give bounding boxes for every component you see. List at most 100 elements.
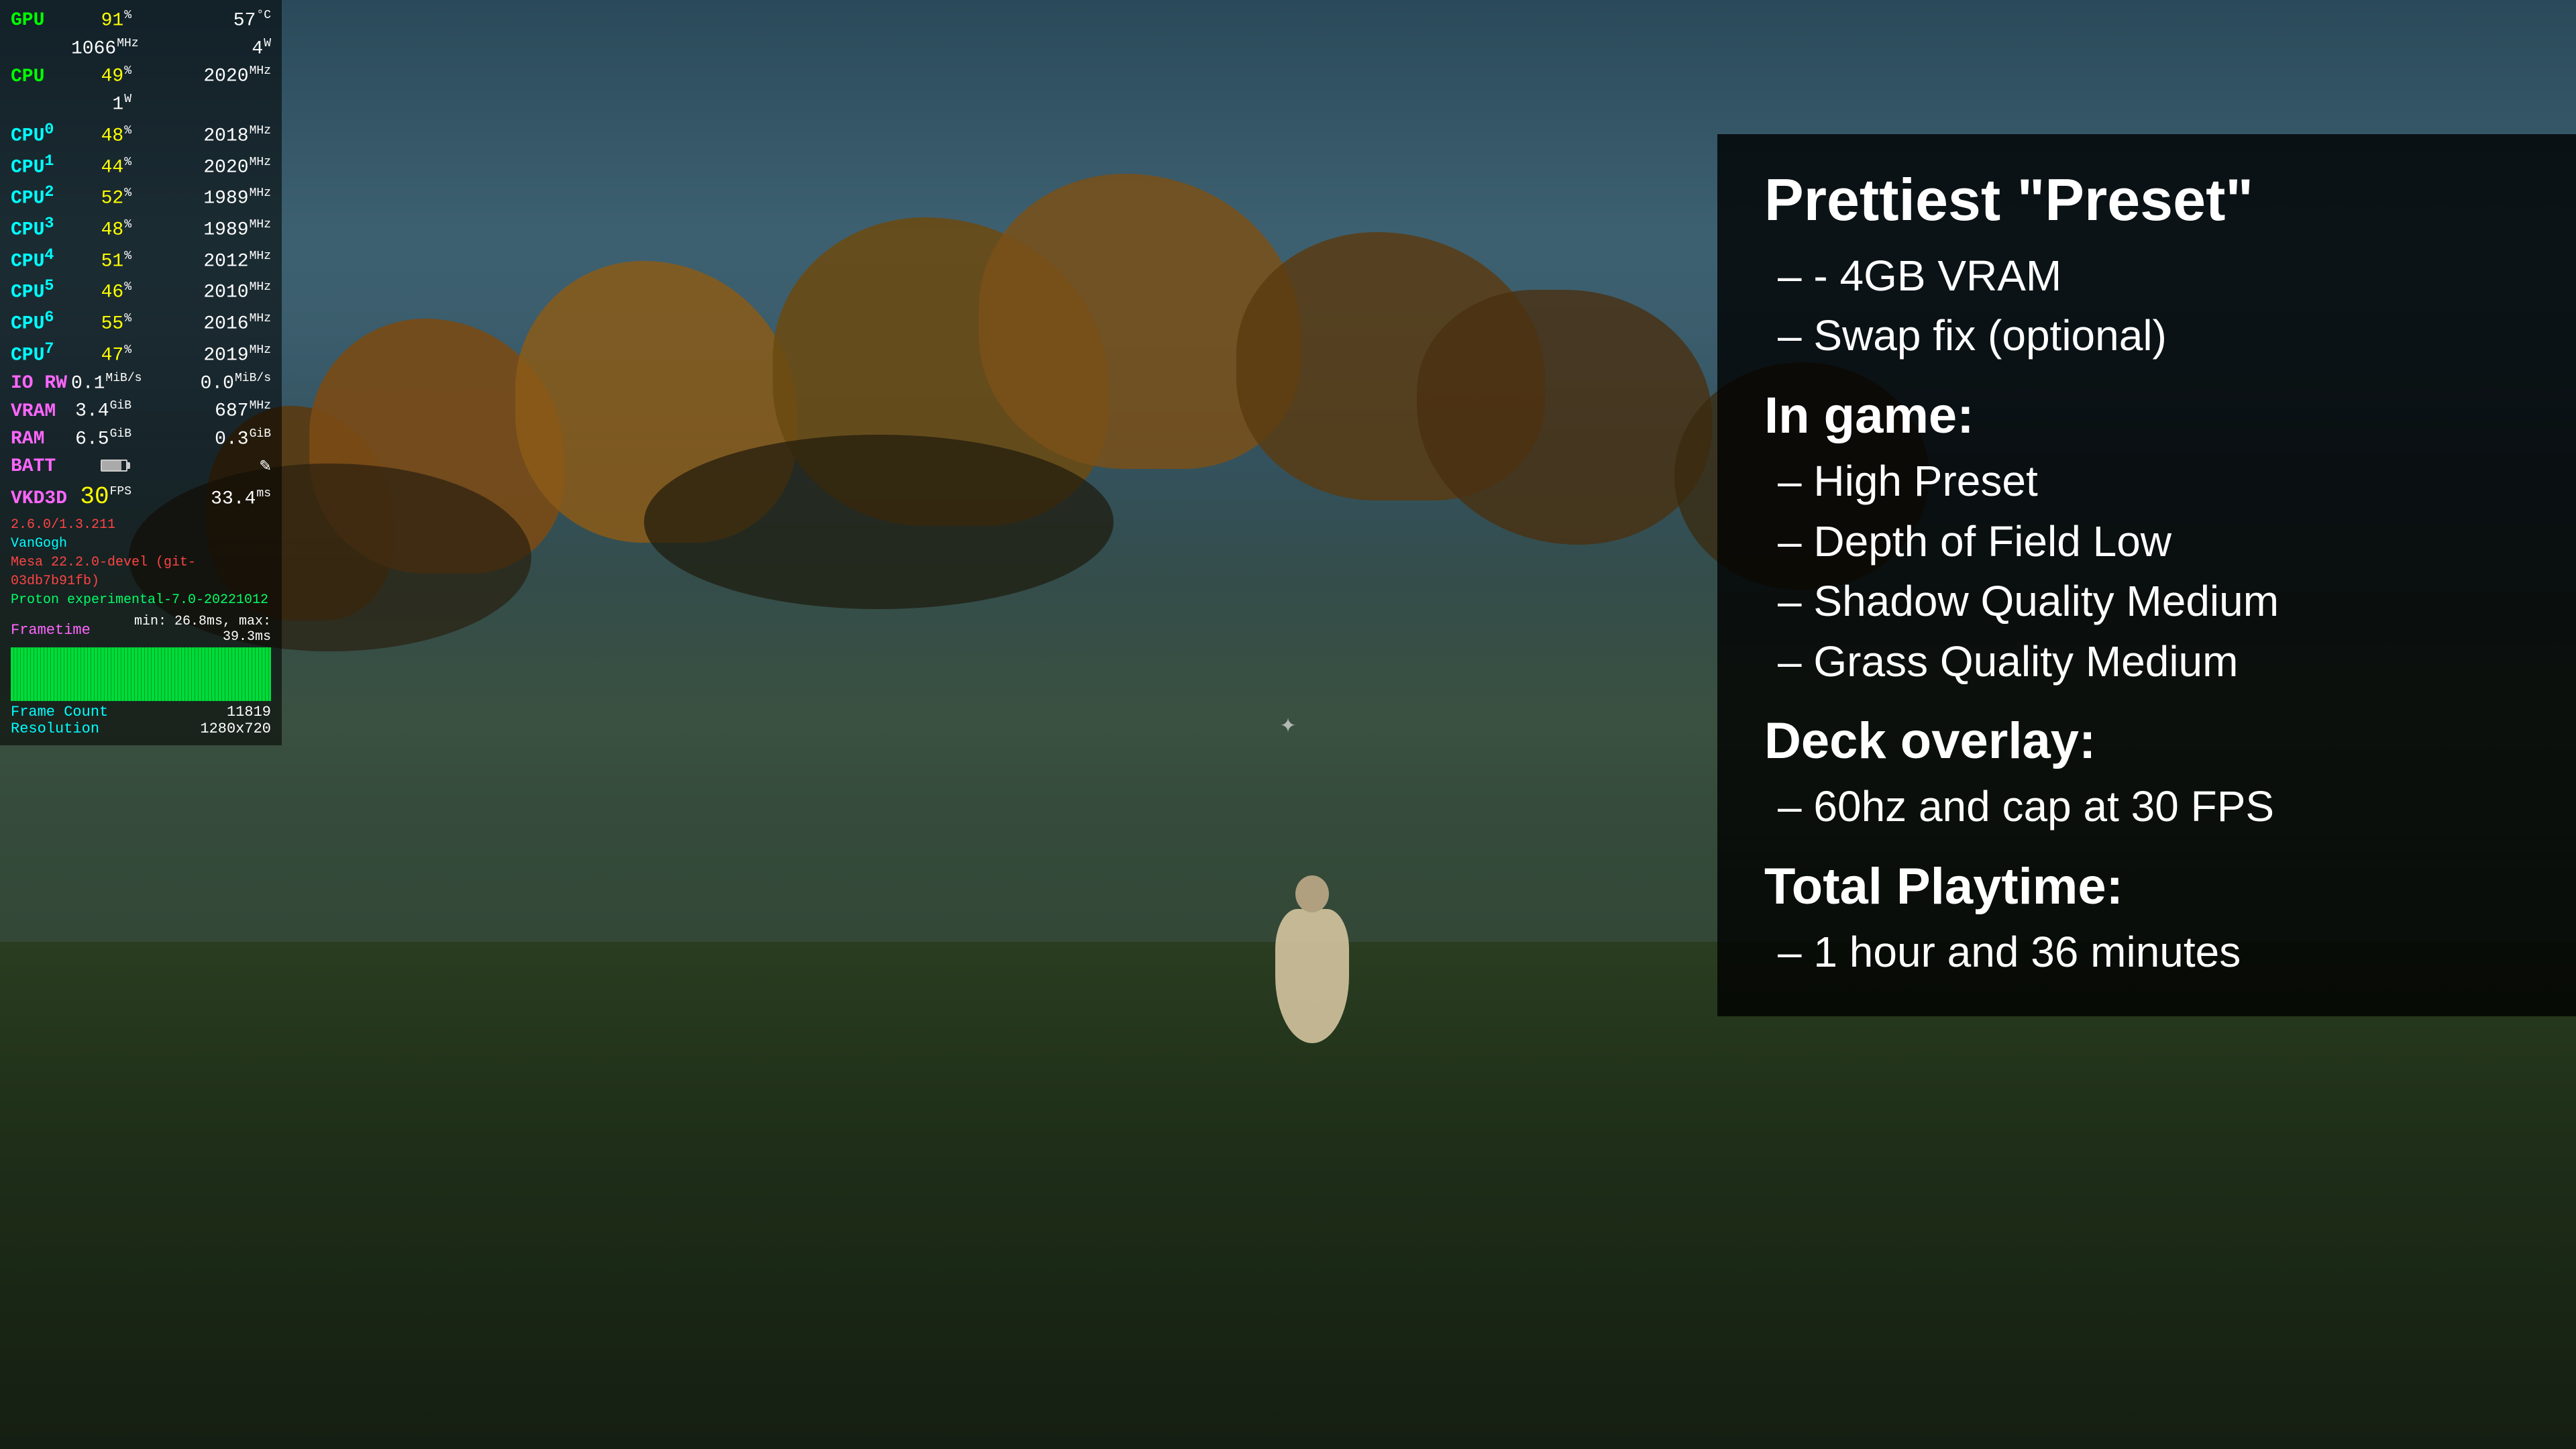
info-item-swap: – Swap fix (optional) [1778,306,2529,366]
info-panel: Prettiest "Preset" – - 4GB VRAM – Swap f… [1717,134,2576,1016]
cpu6-clock: 2016MHz [191,311,271,337]
cpu2-clock: 1989MHz [191,186,271,211]
cpu3-label: CPU3 [11,214,71,243]
cpu-core-2: CPU2 52% 1989MHz [11,182,271,211]
crosshair: ✦ [1280,708,1296,741]
cpu6-label: CPU6 [11,308,71,337]
version-line3: Mesa 22.2.0-devel (git-03db7b91fb) [11,553,271,591]
cpu4-label: CPU4 [11,246,71,274]
cpu0-clock: 2018MHz [191,123,271,149]
cpu-usage-val: 49% [71,64,131,89]
cpu-main-row: CPU 49% 2020MHz [11,64,271,89]
char-head [1295,875,1329,912]
vram-row: VRAM 3.4GiB 687MHz [11,398,271,424]
gpu-clock-val: 1066MHz [71,36,139,62]
info-item-dof: – Depth of Field Low [1778,512,2529,572]
cpu5-label: CPU5 [11,276,71,305]
cpu2-label: CPU2 [11,182,71,211]
hud-overlay: GPU 91% 57°C 1066MHz 4W CPU 49% 2020MHz … [0,0,282,745]
fps-val: 30FPS [71,482,131,513]
cpu-core-1: CPU1 44% 2020MHz [11,152,271,180]
batt-cursor: ✎ [191,455,271,479]
cpu-power-row: 1W [11,92,271,117]
cpu7-label: CPU7 [11,339,71,368]
frametime-label: Frametime [11,622,91,639]
info-item-vram: – - 4GB VRAM [1778,246,2529,307]
ms-val: 33.4ms [191,486,271,512]
version-line2: VanGogh [11,535,271,553]
fps-row: VKD3D 30FPS 33.4ms [11,482,271,513]
cpu3-clock: 1989MHz [191,217,271,243]
resolution-val: 1280x720 [200,720,271,737]
vram-label: VRAM [11,400,71,424]
gpu-temp: 57°C [191,8,271,34]
ram-other: 0.3GiB [191,427,271,452]
cpu-core-5: CPU5 46% 2010MHz [11,276,271,305]
info-item-grass: – Grass Quality Medium [1778,632,2529,692]
cpu6-usage: 55% [71,311,131,337]
vram-clock: 687MHz [191,398,271,424]
player-character [1272,869,1352,1043]
resolution-row: Resolution 1280x720 [11,720,271,737]
io-label: IO RW [11,372,71,396]
info-item-high-preset: – High Preset [1778,451,2529,512]
frame-count-val: 11819 [227,704,271,720]
version-info: 2.6.0/1.3.211 VanGogh Mesa 22.2.0-devel … [11,516,271,610]
gpu-label: GPU [11,9,71,33]
version-line4: Proton experimental-7.0-20221012 [11,591,271,610]
ram-used: 6.5GiB [71,427,131,452]
tree-mass-bg-2 [644,435,1114,609]
vkd3d-label: VKD3D [11,487,71,511]
cpu-core-6: CPU6 55% 2016MHz [11,308,271,337]
cpu-label: CPU [11,65,71,89]
frametime-graph [11,647,271,701]
resolution-label: Resolution [11,720,99,737]
section-ingame: In game: [1764,386,2529,445]
io-write: 0.0MiB/s [191,371,271,396]
char-cloak [1275,909,1349,1043]
frame-count-row: Frame Count 11819 [11,704,271,720]
cpu1-label: CPU1 [11,152,71,180]
info-item-playtime: – 1 hour and 36 minutes [1778,922,2529,983]
batt-label: BATT [11,455,71,479]
info-panel-title: Prettiest "Preset" [1764,168,2529,233]
cpu5-usage: 46% [71,280,131,305]
cpu1-clock: 2020MHz [191,155,271,180]
version-line1: 2.6.0/1.3.211 [11,516,271,535]
ram-label: RAM [11,427,71,451]
cpu2-usage: 52% [71,186,131,211]
info-item-shadow: – Shadow Quality Medium [1778,572,2529,632]
info-item-fps-cap: – 60hz and cap at 30 FPS [1778,777,2529,837]
gpu-usage-val: 91% [71,8,131,34]
frametime-wave [11,647,271,701]
cpu4-clock: 2012MHz [191,249,271,274]
cpu7-usage: 47% [71,343,131,368]
cpu-core-7: CPU7 47% 2019MHz [11,339,271,368]
cpu5-clock: 2010MHz [191,280,271,305]
cpu-core-0: CPU0 48% 2018MHz [11,120,271,149]
cpu-clock: 2020MHz [191,64,271,89]
section-deck: Deck overlay: [1764,712,2529,770]
battery-icon [101,460,127,472]
cpu7-clock: 2019MHz [191,343,271,368]
io-read: 0.1MiB/s [71,371,142,396]
cpu-power: 1W [71,92,131,117]
cpu-core-3: CPU3 48% 1989MHz [11,214,271,243]
cpu0-usage: 48% [71,123,131,149]
gpu-clock-row: 1066MHz 4W [11,36,271,62]
cpu-core-4: CPU4 51% 2012MHz [11,246,271,274]
vram-used: 3.4GiB [71,398,131,424]
section-playtime: Total Playtime: [1764,857,2529,916]
ram-row: RAM 6.5GiB 0.3GiB [11,427,271,452]
batt-row: BATT ✎ [11,455,271,479]
cpu3-usage: 48% [71,217,131,243]
cpu4-usage: 51% [71,249,131,274]
batt-icon-area [71,455,131,479]
gpu-row: GPU 91% 57°C [11,8,271,34]
cpu0-label: CPU0 [11,120,71,149]
gpu-power: 4W [191,36,271,62]
frametime-stats: min: 26.8ms, max: 39.3ms [91,614,271,645]
io-row: IO RW 0.1MiB/s 0.0MiB/s [11,371,271,396]
cpu1-usage: 44% [71,155,131,180]
frame-count-label: Frame Count [11,704,108,720]
